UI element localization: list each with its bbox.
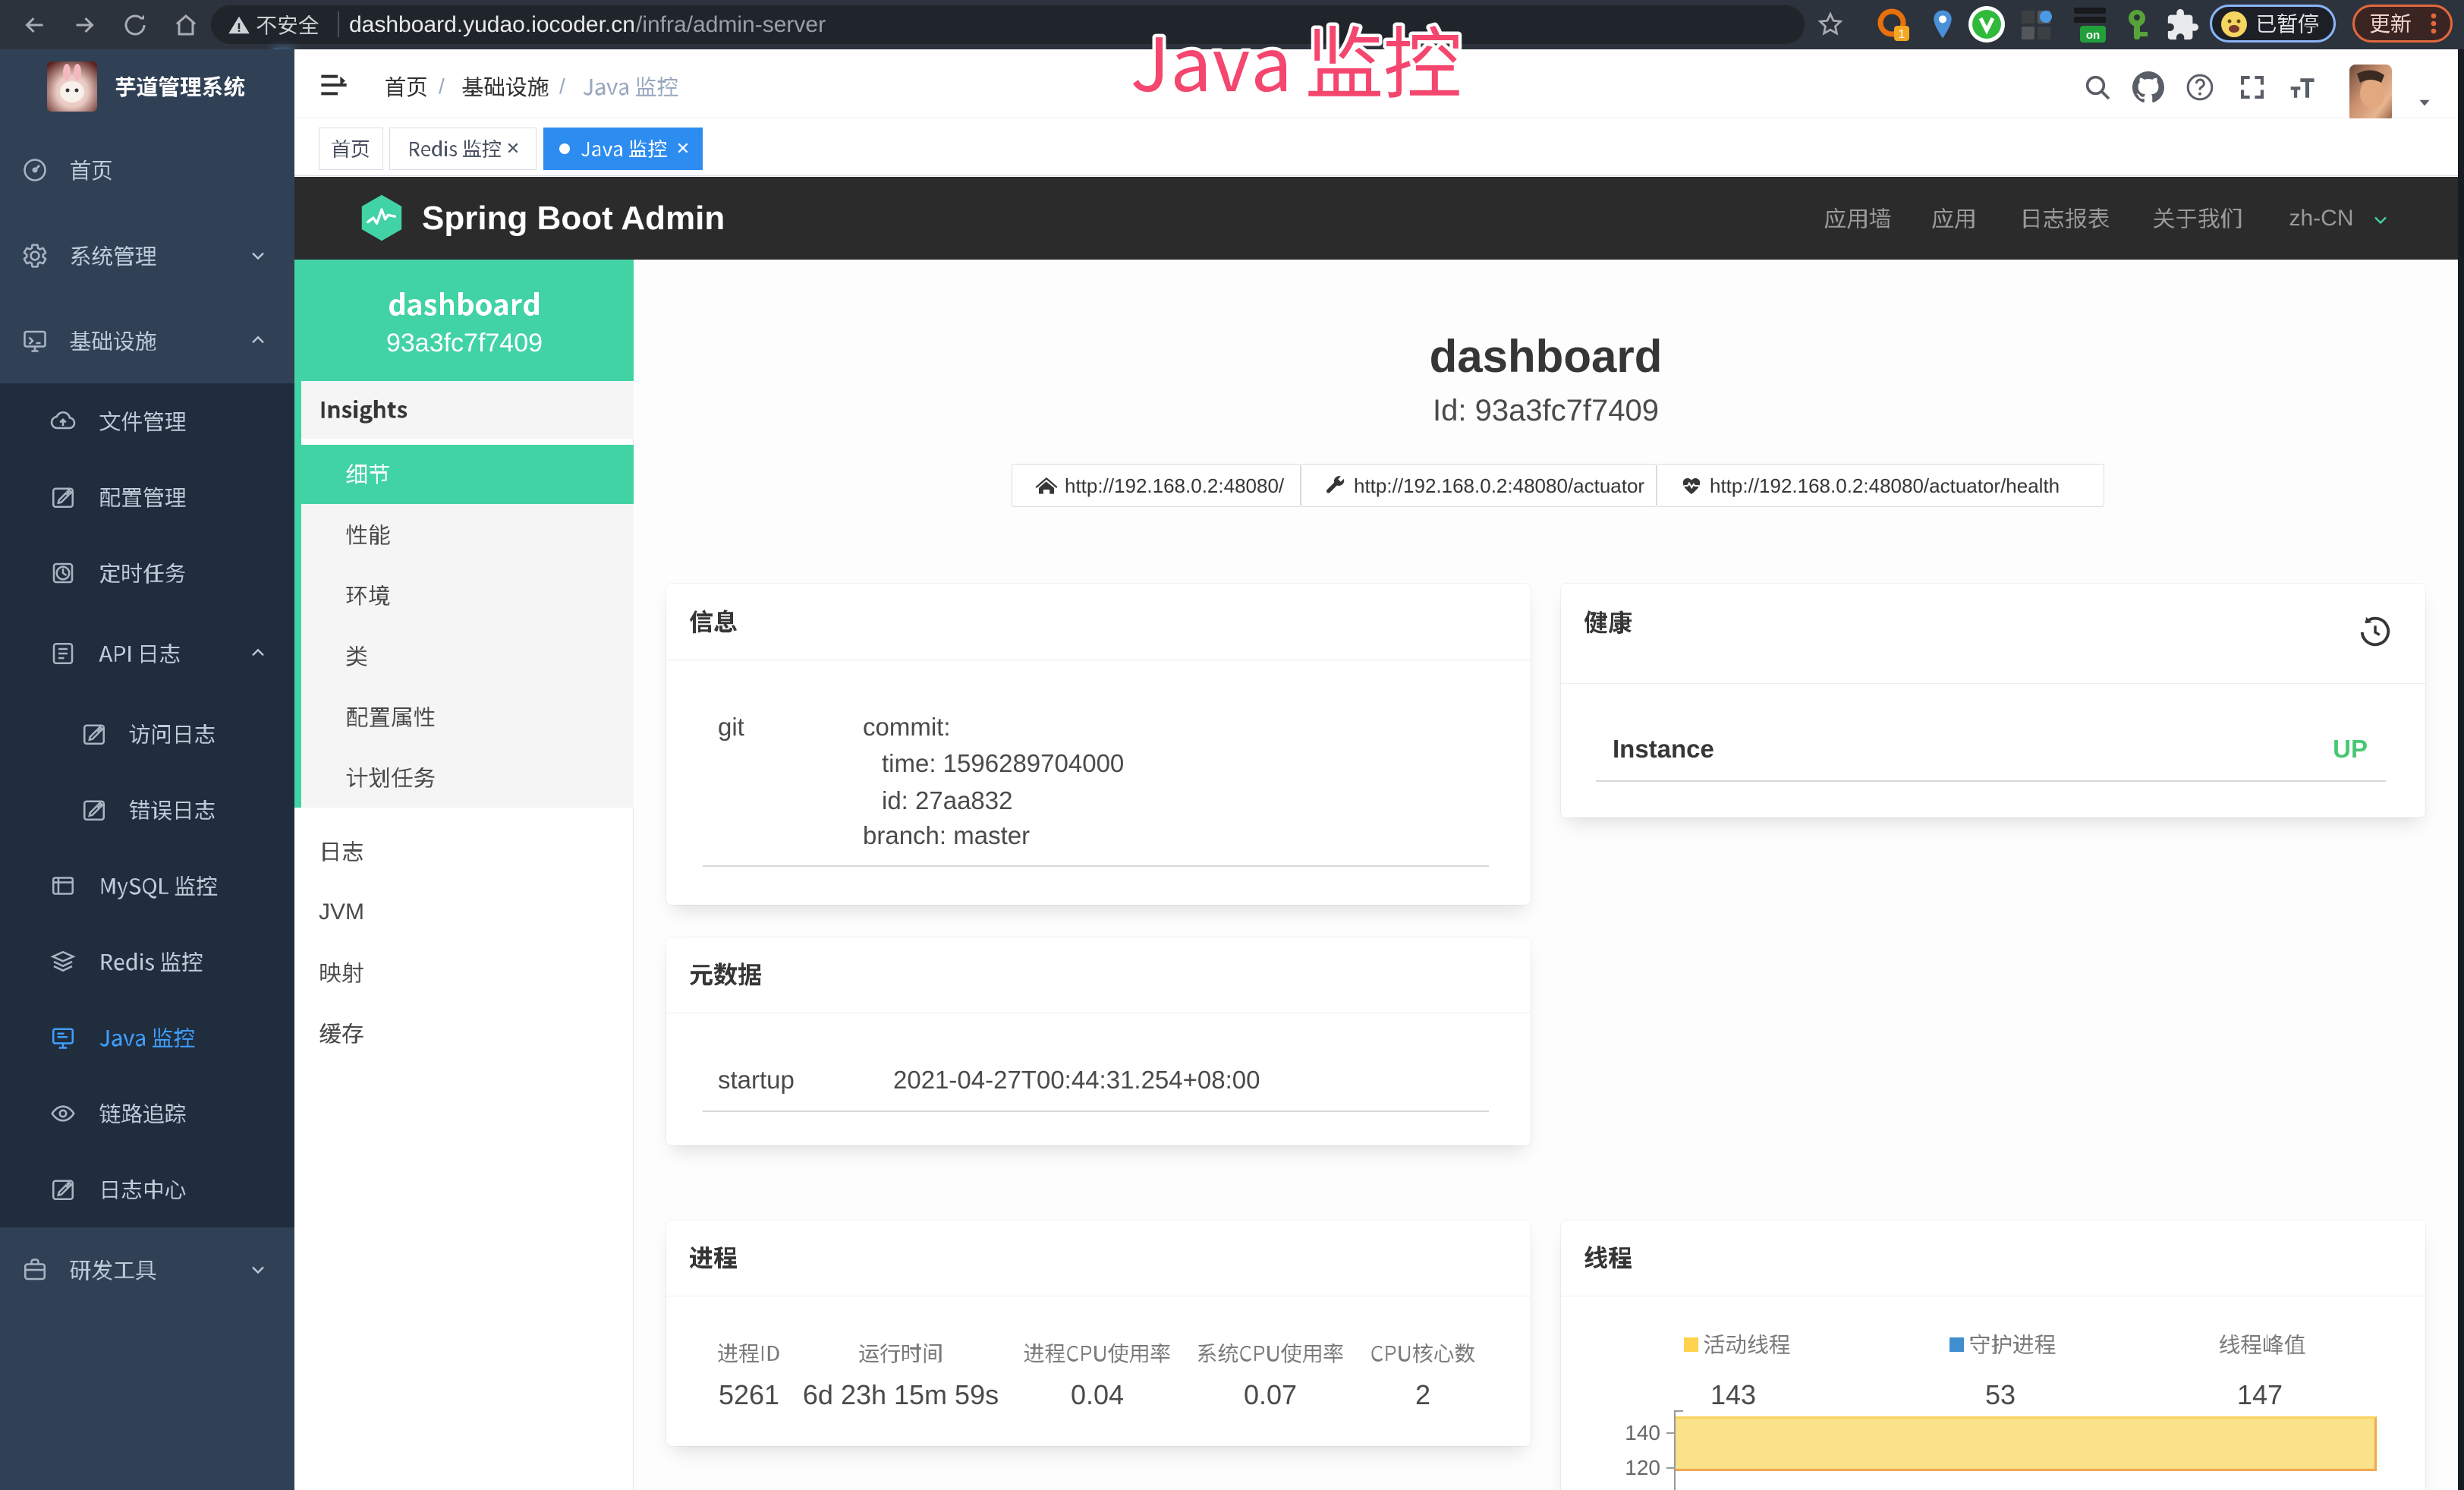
svg-text:1: 1 — [1899, 28, 1905, 41]
svg-text:on: on — [2086, 29, 2100, 42]
